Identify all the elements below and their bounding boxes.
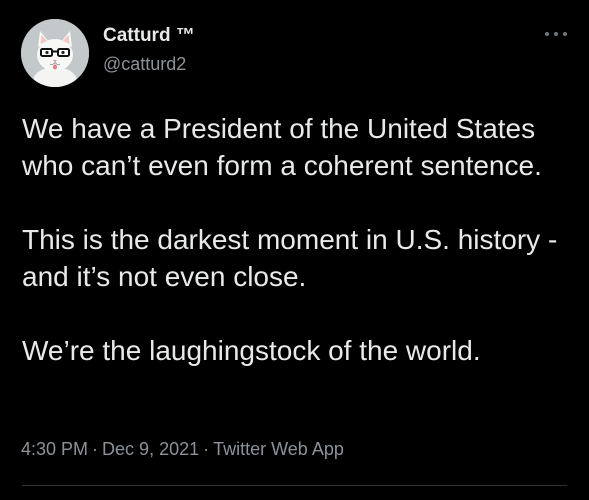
dot-icon xyxy=(554,32,558,36)
tweet-paragraph: We’re the laughingstock of the world. xyxy=(22,335,481,366)
username-handle[interactable]: @catturd2 xyxy=(103,52,195,76)
author-info[interactable]: Catturd ™ @catturd2 xyxy=(103,24,195,76)
avatar[interactable] xyxy=(21,19,89,87)
separator-dot: · xyxy=(203,439,210,459)
tweet-text: We have a President of the United States… xyxy=(22,110,572,369)
separator-dot: · xyxy=(92,439,99,459)
dot-icon xyxy=(563,32,567,36)
more-options-icon[interactable] xyxy=(545,27,567,41)
tweet-time[interactable]: 4:30 PM xyxy=(21,439,88,459)
divider xyxy=(22,485,567,486)
tweet-source[interactable]: Twitter Web App xyxy=(213,439,344,459)
tweet-meta: 4:30 PM · Dec 9, 2021 · Twitter Web App xyxy=(21,437,344,461)
tweet-paragraph: This is the darkest moment in U.S. histo… xyxy=(22,224,558,292)
display-name[interactable]: Catturd ™ xyxy=(103,24,195,48)
cat-avatar-icon xyxy=(21,19,89,87)
tweet-paragraph: We have a President of the United States… xyxy=(22,113,542,181)
tweet-date[interactable]: Dec 9, 2021 xyxy=(102,439,199,459)
tweet-card: Catturd ™ @catturd2 We have a President … xyxy=(0,0,589,500)
dot-icon xyxy=(545,32,549,36)
